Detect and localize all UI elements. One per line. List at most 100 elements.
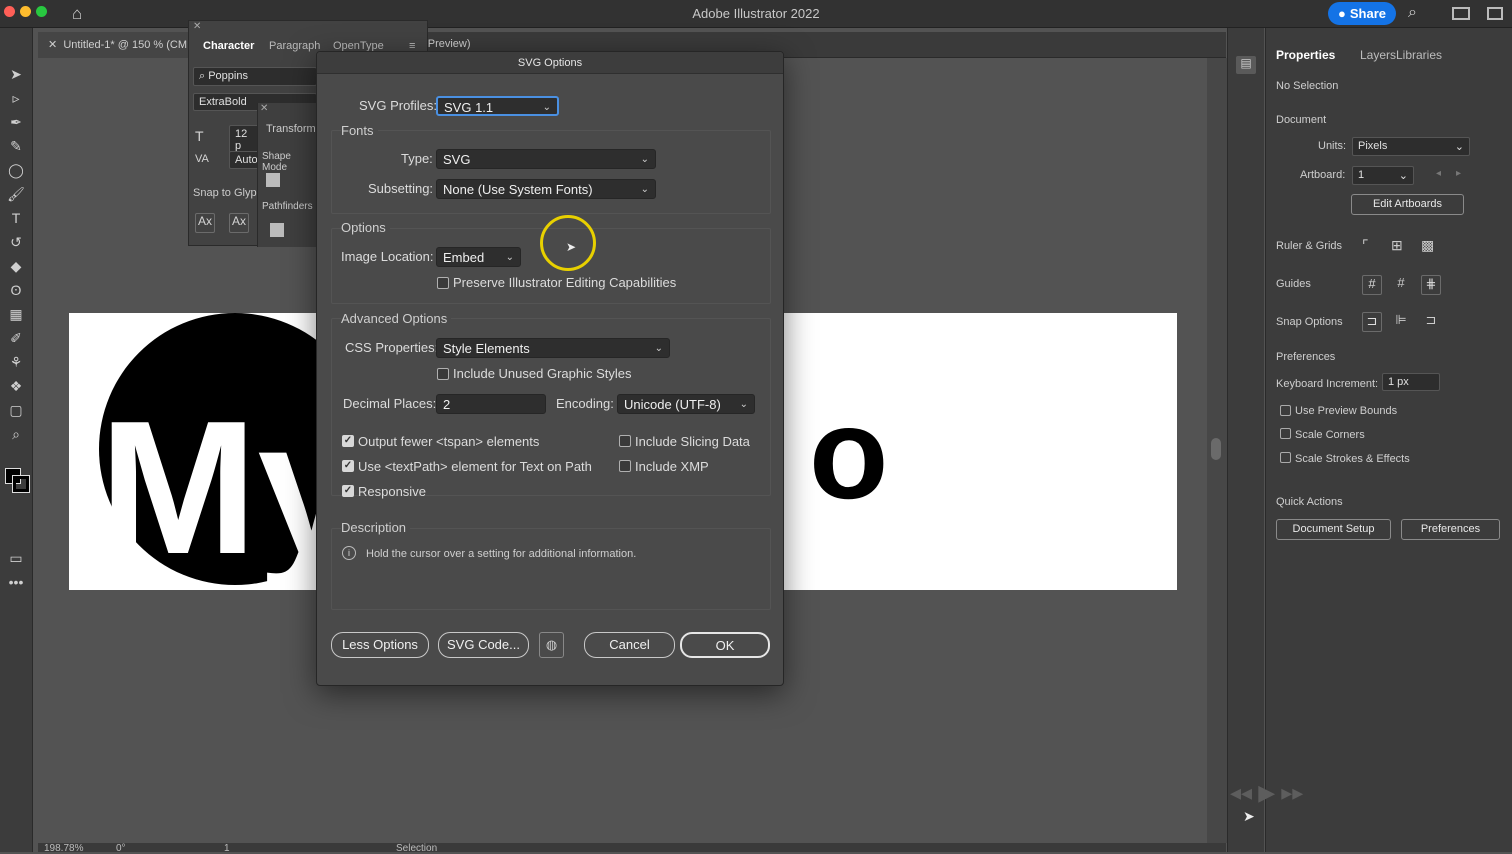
previous-artboard-icon[interactable]: ◂ — [1436, 168, 1441, 179]
blend-tool-icon[interactable]: ⚘ — [6, 352, 26, 372]
eyedropper-tool-icon[interactable]: ✐ — [6, 328, 26, 348]
include-unused-styles-label: Include Unused Graphic Styles — [453, 366, 632, 381]
tab-transform[interactable]: Transform — [266, 123, 316, 135]
scroll-thumb[interactable] — [1211, 438, 1221, 460]
show-guides-icon[interactable]: # — [1362, 275, 1382, 295]
include-xmp-checkbox[interactable] — [619, 460, 631, 472]
type-tool-icon[interactable]: T — [6, 208, 26, 228]
image-location-label: Image Location: — [341, 249, 434, 264]
lasso-tool-icon[interactable]: ʘ — [6, 280, 26, 300]
snap-to-glyph-icon[interactable]: ⊐ — [1421, 312, 1441, 332]
smart-guides-icon[interactable]: ⋕ — [1421, 275, 1441, 295]
tab-paragraph[interactable]: Paragraph — [269, 40, 320, 52]
output-fewer-tspan-checkbox[interactable]: ✓ — [342, 435, 354, 447]
globe-icon[interactable]: ◍ — [539, 632, 564, 658]
close-panel-icon[interactable]: ✕ — [193, 21, 201, 32]
css-properties-select[interactable]: Style Elements ⌄ — [436, 338, 670, 358]
search-icon[interactable]: ⌕ — [1408, 4, 1417, 22]
share-button[interactable]: ● Share — [1328, 2, 1396, 25]
direct-selection-tool-icon[interactable]: ▹ — [6, 88, 26, 108]
less-options-button[interactable]: Less Options — [331, 632, 429, 658]
document-tab[interactable]: ✕ Untitled-1* @ 150 % (CM — [38, 32, 192, 58]
snap-glyph-alt-icon[interactable]: Ax — [229, 213, 249, 233]
artboard-select[interactable]: 1 ⌄ — [1352, 166, 1414, 185]
transparency-grid-icon[interactable]: ▩ — [1421, 237, 1441, 257]
snap-options-label: Snap Options — [1276, 316, 1343, 328]
ok-button[interactable]: OK — [680, 632, 770, 658]
panel-toggle-icon[interactable] — [1487, 7, 1503, 20]
ellipse-tool-icon[interactable]: ◯ — [6, 160, 26, 180]
paintbrush-tool-icon[interactable]: 🖌 — [6, 184, 26, 204]
tab-character[interactable]: Character — [203, 40, 254, 52]
chevron-down-icon: ⌄ — [1454, 141, 1464, 153]
symbol-sprayer-tool-icon[interactable]: ❖ — [6, 376, 26, 396]
chevron-down-icon: ⌄ — [640, 184, 649, 195]
fonts-section-title: Fonts — [341, 123, 378, 138]
units-select[interactable]: Pixels ⌄ — [1352, 137, 1470, 156]
decimal-places-input[interactable]: 2 — [436, 394, 546, 414]
tab-libraries[interactable]: Libraries — [1396, 48, 1442, 62]
svg-profiles-select[interactable]: SVG 1.1 ⌄ — [436, 96, 559, 116]
font-type-select[interactable]: SVG ⌄ — [436, 149, 656, 169]
zoom-tool-icon[interactable]: ⌕ — [6, 424, 26, 444]
snap-to-point-icon[interactable]: ⊐ — [1362, 312, 1382, 332]
include-unused-styles-checkbox[interactable] — [437, 368, 449, 380]
tab-layers[interactable]: Layers — [1360, 48, 1396, 62]
curvature-tool-icon[interactable]: ✎ — [6, 136, 26, 156]
preferences-button[interactable]: Preferences — [1401, 519, 1500, 540]
zoom-level[interactable]: 198.78% — [44, 843, 83, 854]
use-preview-bounds-checkbox[interactable] — [1280, 405, 1291, 416]
artboard-tool-icon[interactable]: ▢ — [6, 400, 26, 420]
font-family-field[interactable]: ⌕ Poppins — [193, 67, 317, 86]
subsetting-select[interactable]: None (Use System Fonts) ⌄ — [436, 179, 656, 199]
svg-code-button[interactable]: SVG Code... — [438, 632, 529, 658]
gradient-tool-icon[interactable]: ▦ — [6, 304, 26, 324]
include-slicing-checkbox[interactable] — [619, 435, 631, 447]
scale-strokes-checkbox[interactable] — [1280, 452, 1291, 463]
rewind-icon: ◂◂ — [1230, 780, 1253, 805]
image-location-select[interactable]: Embed ⌄ — [436, 247, 521, 267]
document-setup-button[interactable]: Document Setup — [1276, 519, 1391, 540]
close-panel-icon[interactable]: ✕ — [260, 103, 268, 114]
type-label: Type: — [401, 151, 433, 166]
snap-glyph-icon[interactable]: Ax — [195, 213, 215, 233]
video-controls-overlay: ◂◂ ▶ ▸▸ — [1230, 780, 1330, 810]
include-slicing-label: Include Slicing Data — [635, 434, 750, 449]
stroke-color-swatch[interactable] — [12, 475, 30, 493]
info-icon: i — [342, 546, 356, 560]
tab-properties[interactable]: Properties — [1276, 48, 1335, 62]
close-tab-icon[interactable]: ✕ — [48, 39, 63, 51]
lock-guides-icon[interactable]: # — [1391, 275, 1411, 295]
textpath-checkbox[interactable]: ✓ — [342, 460, 354, 472]
comments-icon[interactable]: ▤ — [1236, 56, 1256, 74]
screen-mode-icon[interactable]: ▭ — [6, 548, 26, 568]
artboard-number[interactable]: 1 — [224, 843, 230, 854]
scale-corners-label: Scale Corners — [1295, 429, 1365, 441]
scale-corners-checkbox[interactable] — [1280, 428, 1291, 439]
edit-artboards-button[interactable]: Edit Artboards — [1351, 194, 1464, 215]
workspace-icon[interactable] — [1452, 7, 1470, 20]
encoding-label: Encoding: — [556, 396, 614, 411]
tracking-field[interactable]: Auto — [229, 151, 259, 169]
rotation-value[interactable]: 0° — [116, 843, 126, 854]
unite-icon[interactable] — [266, 173, 280, 187]
tools-panel: ➤ ▹ ✒ ✎ ◯ 🖌 T ↺ ◆ ʘ ▦ ✐ ⚘ ❖ ▢ ⌕ ▭ ••• — [0, 28, 33, 852]
eraser-tool-icon[interactable]: ◆ — [6, 256, 26, 276]
rulers-icon[interactable]: ⌜ — [1362, 237, 1382, 257]
vertical-scrollbar[interactable] — [1207, 58, 1227, 843]
encoding-select[interactable]: Unicode (UTF-8) ⌄ — [617, 394, 755, 414]
snap-to-glyph-label: Snap to Glyph — [193, 187, 263, 199]
keyboard-increment-input[interactable]: 1 px — [1382, 373, 1440, 391]
preserve-editing-checkbox[interactable] — [437, 277, 449, 289]
next-artboard-icon[interactable]: ▸ — [1456, 168, 1461, 179]
more-tools-icon[interactable]: ••• — [6, 572, 26, 592]
advanced-section-title: Advanced Options — [341, 311, 452, 326]
snap-to-pixel-icon[interactable]: ⊫ — [1391, 312, 1411, 332]
cancel-button[interactable]: Cancel — [584, 632, 675, 658]
rotate-tool-icon[interactable]: ↺ — [6, 232, 26, 252]
responsive-checkbox[interactable]: ✓ — [342, 485, 354, 497]
divide-icon[interactable] — [270, 223, 284, 237]
grid-icon[interactable]: ⊞ — [1391, 237, 1411, 257]
pen-tool-icon[interactable]: ✒ — [6, 112, 26, 132]
selection-tool-icon[interactable]: ➤ — [6, 64, 26, 84]
